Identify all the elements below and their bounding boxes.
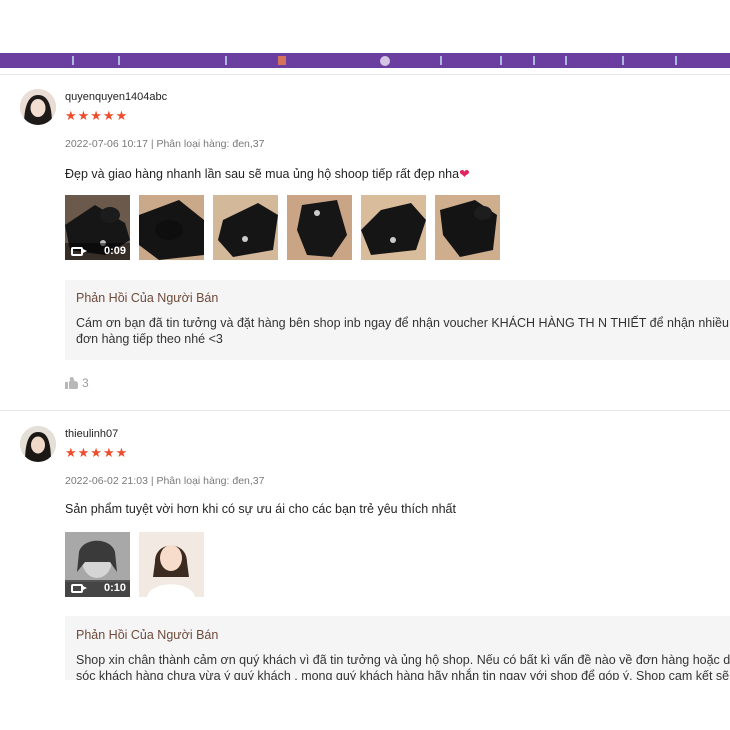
review-meta: 2022-06-02 21:03 | Phân loại hàng: đen,3… <box>65 475 265 487</box>
seller-response-title: Phản Hồi Của Người Bán <box>76 628 219 642</box>
review-username[interactable]: thieulinh07 <box>65 428 118 440</box>
review-comment-text: Đẹp và giao hàng nhanh lần sau sẽ mua ủn… <box>65 167 460 181</box>
seller-response-text-line1: Cám ơn bạn đã tin tưởng và đặt hàng bên … <box>76 316 729 330</box>
avatar[interactable] <box>20 89 56 125</box>
review-video-thumbnail[interactable]: 0:09 <box>65 195 130 260</box>
review-image-thumbnail[interactable] <box>287 195 352 260</box>
thumbs-up-icon <box>65 376 79 389</box>
video-duration-bar: 0:10 <box>65 580 130 597</box>
star-rating: ★★★★★ <box>65 108 129 123</box>
page-bottom-whitespace <box>0 680 730 730</box>
review-media-list: 0:10 <box>65 532 204 597</box>
top-banner-strip <box>0 53 730 68</box>
review-video-thumbnail[interactable]: 0:10 <box>65 532 130 597</box>
review-comment: Đẹp và giao hàng nhanh lần sau sẽ mua ủn… <box>65 166 470 181</box>
avatar[interactable] <box>20 426 56 462</box>
review-username[interactable]: quyenquyen1404abc <box>65 91 167 103</box>
star-rating: ★★★★★ <box>65 445 129 460</box>
review-image-thumbnail[interactable] <box>361 195 426 260</box>
review-media-list: 0:09 <box>65 195 500 260</box>
video-camera-icon <box>71 584 87 593</box>
seller-response-text-line2: đơn hàng tiếp theo nhé <3 <box>76 332 223 346</box>
review-image-thumbnail[interactable] <box>139 532 204 597</box>
review-meta: 2022-07-06 10:17 | Phân loại hàng: đen,3… <box>65 138 265 150</box>
review-comment: Sản phẩm tuyệt vời hơn khi có sự ưu ái c… <box>65 502 456 516</box>
review-item: thieulinh07 ★★★★★ 2022-06-02 21:03 | Phâ… <box>0 410 730 686</box>
heart-emoji-icon: ❤ <box>459 167 470 181</box>
seller-response: Phản Hồi Của Người Bán Shop xin chân thà… <box>65 616 730 686</box>
video-camera-icon <box>71 247 87 256</box>
video-duration-bar: 0:09 <box>65 243 130 260</box>
video-duration: 0:09 <box>103 245 126 257</box>
video-duration: 0:10 <box>103 582 126 594</box>
review-image-thumbnail[interactable] <box>139 195 204 260</box>
seller-response-title: Phản Hồi Của Người Bán <box>76 291 219 305</box>
review-item: quyenquyen1404abc ★★★★★ 2022-07-06 10:17… <box>0 74 730 410</box>
seller-response-text-line1: Shop xin chân thành cảm ơn quý khách vì … <box>76 653 730 667</box>
review-image-thumbnail[interactable] <box>435 195 500 260</box>
like-button[interactable]: 3 <box>65 376 89 390</box>
review-image-thumbnail[interactable] <box>213 195 278 260</box>
seller-response: Phản Hồi Của Người Bán Cám ơn bạn đã tin… <box>65 280 730 360</box>
like-count: 3 <box>82 376 89 390</box>
